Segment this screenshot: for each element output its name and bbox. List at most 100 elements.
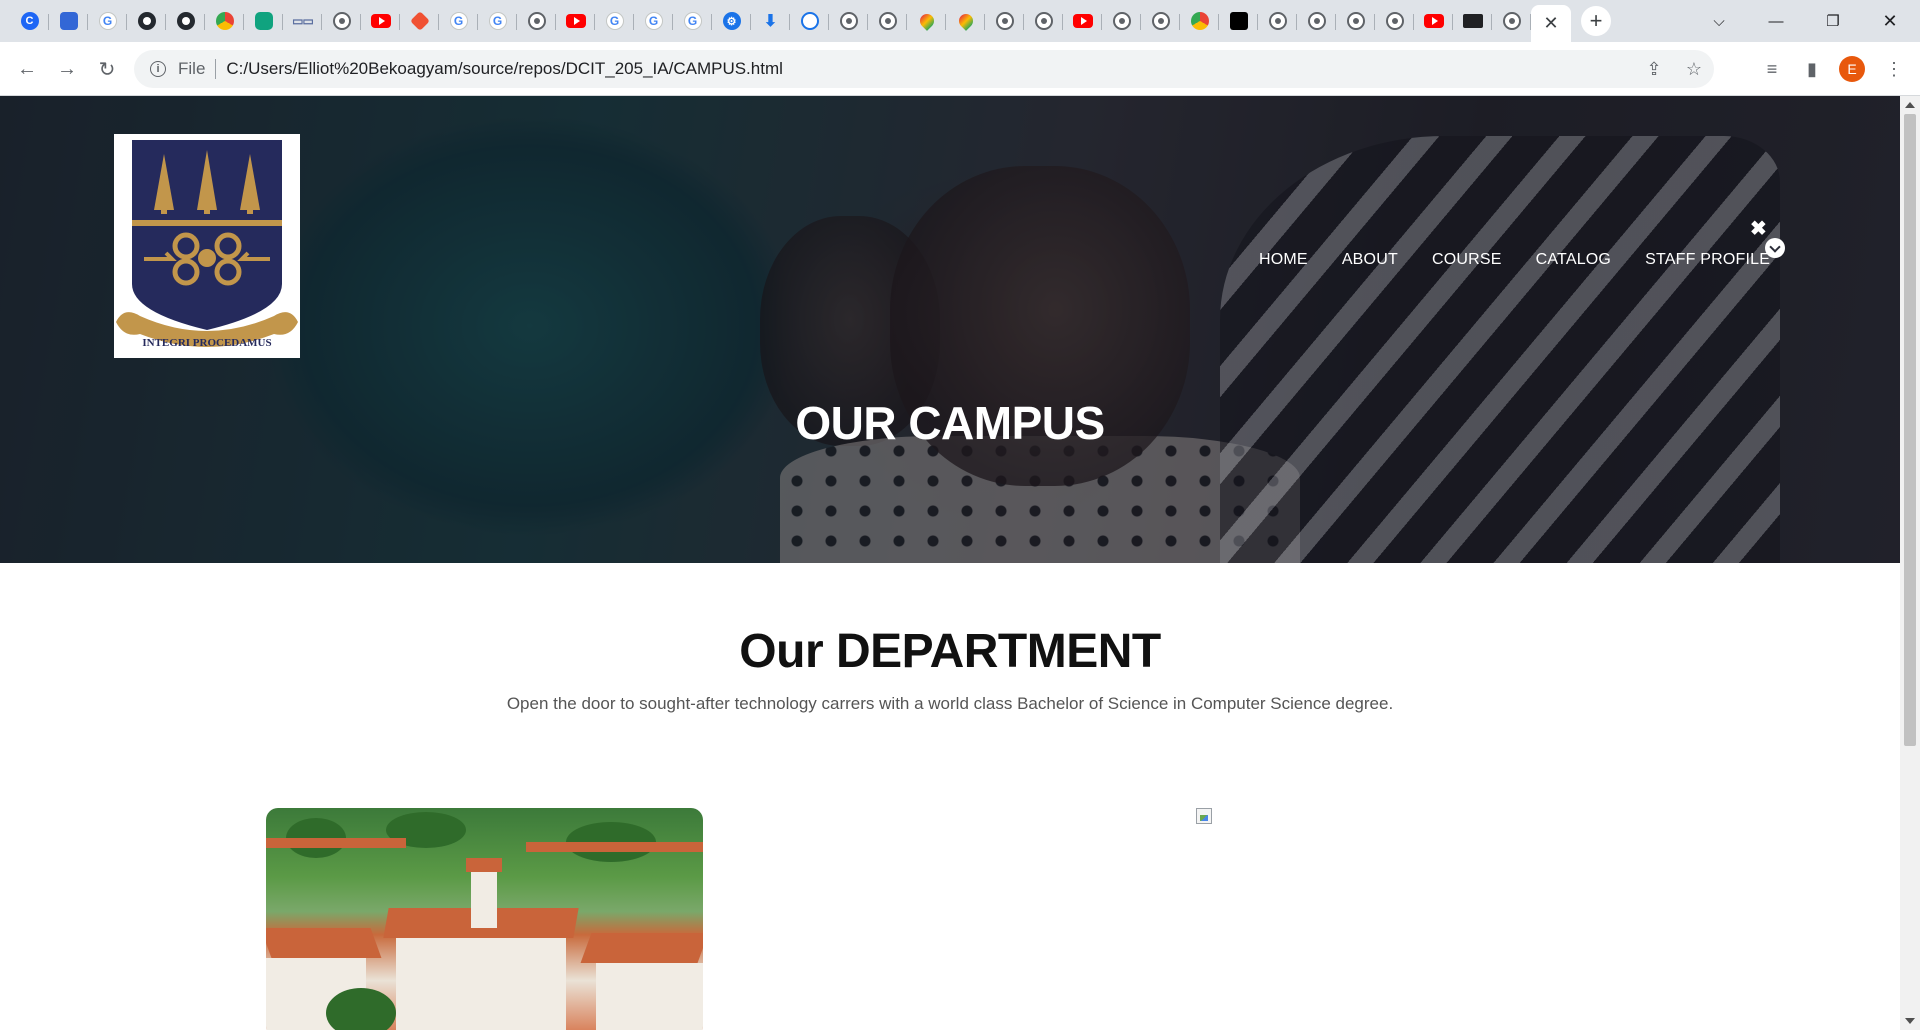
browser-tab[interactable] <box>1024 5 1063 37</box>
browser-tab[interactable] <box>1336 5 1375 37</box>
prn-favicon-icon <box>59 12 78 30</box>
browser-tab[interactable]: C <box>10 5 49 37</box>
browser-tab[interactable] <box>1375 5 1414 37</box>
profile-avatar[interactable]: E <box>1838 56 1866 82</box>
browser-tab[interactable] <box>244 5 283 37</box>
browser-tab[interactable] <box>517 5 556 37</box>
nav-home[interactable]: HOME <box>1259 251 1308 269</box>
browser-tab[interactable]: ⚙ <box>712 5 751 37</box>
scroll-down-arrow-icon[interactable] <box>1905 1018 1915 1024</box>
close-tab-icon[interactable]: ✕ <box>1543 13 1558 34</box>
browser-tab[interactable] <box>946 5 985 37</box>
g-favicon-icon: G <box>98 12 117 30</box>
chrome-favicon-icon <box>1190 12 1209 30</box>
gh-favicon-icon <box>176 12 195 30</box>
hero-banner: INTEGRI PROCEDAMUS HOME ABOUT COURSE CAT… <box>0 96 1900 563</box>
g-favicon-icon: G <box>644 12 663 30</box>
nav-staff-profile[interactable]: STAFF PROFILE <box>1645 251 1770 269</box>
browser-tab[interactable] <box>1492 5 1531 37</box>
browser-tab[interactable] <box>127 5 166 37</box>
g-favicon-icon: G <box>605 12 624 30</box>
globe-favicon-icon <box>839 12 858 30</box>
globe-favicon-icon <box>878 12 897 30</box>
browser-tab[interactable]: G <box>88 5 127 37</box>
globe-favicon-icon <box>1502 12 1521 30</box>
close-window-button[interactable]: ✕ <box>1865 0 1915 42</box>
scrollbar-thumb[interactable] <box>1904 114 1916 746</box>
minimize-button[interactable]: — <box>1751 0 1801 42</box>
url-text[interactable]: C:/Users/Elliot%20Bekoagyam/source/repos… <box>226 59 783 79</box>
globe-favicon-icon <box>995 12 1014 30</box>
hist-favicon-icon <box>800 12 819 30</box>
address-bar[interactable]: i File C:/Users/Elliot%20Bekoagyam/sourc… <box>134 50 1714 88</box>
browser-tab[interactable]: ⬇ <box>751 5 790 37</box>
browser-tab[interactable] <box>1453 5 1492 37</box>
chrome-favicon-icon <box>215 12 234 30</box>
scroll-up-arrow-icon[interactable] <box>1905 102 1915 108</box>
browser-tab[interactable]: G <box>439 5 478 37</box>
nav-catalog[interactable]: CATALOG <box>1536 251 1612 269</box>
restore-button[interactable]: ❐ <box>1808 0 1858 42</box>
hero-title: OUR CAMPUS <box>795 397 1105 449</box>
yt-favicon-icon <box>565 14 586 28</box>
browser-tab[interactable] <box>790 5 829 37</box>
reload-button[interactable]: ↻ <box>93 56 121 82</box>
browser-tab[interactable] <box>322 5 361 37</box>
browser-tab[interactable] <box>907 5 946 37</box>
department-title: Our DEPARTMENT <box>739 625 1161 678</box>
browser-tab[interactable] <box>400 5 439 37</box>
g-favicon-icon: G <box>488 12 507 30</box>
nav-course[interactable]: COURSE <box>1432 251 1502 269</box>
browser-tab[interactable]: G <box>673 5 712 37</box>
g-favicon-icon: G <box>683 12 702 30</box>
tab-search-icon[interactable]: ⌵ <box>1694 0 1744 42</box>
browser-tab[interactable] <box>205 5 244 37</box>
back-button[interactable]: ← <box>13 56 41 82</box>
forward-button[interactable]: → <box>53 56 81 82</box>
browser-tab[interactable] <box>868 5 907 37</box>
broken-image-icon <box>1196 808 1212 824</box>
browser-tab[interactable] <box>985 5 1024 37</box>
kebab-menu-icon[interactable]: ⋮ <box>1880 56 1908 82</box>
browser-tab[interactable] <box>166 5 205 37</box>
bookmark-star-icon[interactable]: ☆ <box>1674 59 1714 80</box>
browser-toolbar: ← → ↻ i File C:/Users/Elliot%20Bekoagyam… <box>0 42 1920 96</box>
new-tab-button[interactable]: + <box>1581 6 1611 36</box>
globe-favicon-icon <box>332 12 351 30</box>
page-viewport: INTEGRI PROCEDAMUS HOME ABOUT COURSE CAT… <box>0 96 1900 1030</box>
nav-about[interactable]: ABOUT <box>1342 251 1398 269</box>
globe-favicon-icon <box>1307 12 1326 30</box>
info-icon[interactable]: i <box>150 61 166 77</box>
reading-list-icon[interactable]: ≡ <box>1758 56 1786 82</box>
active-tab[interactable]: ✕ <box>1531 5 1571 42</box>
browser-tab[interactable] <box>361 5 400 37</box>
browser-tab[interactable] <box>1297 5 1336 37</box>
university-logo[interactable]: INTEGRI PROCEDAMUS <box>114 134 300 358</box>
page-scrollbar[interactable] <box>1900 96 1920 1030</box>
browser-tab[interactable] <box>1102 5 1141 37</box>
map-favicon-icon <box>955 11 976 31</box>
browser-tab[interactable] <box>1219 5 1258 37</box>
ovr-favicon-icon: C <box>20 12 39 30</box>
browser-tab[interactable] <box>49 5 88 37</box>
browser-tab[interactable]: ▭▭ <box>283 5 322 37</box>
g-favicon-icon: G <box>449 12 468 30</box>
browser-tab[interactable]: G <box>478 5 517 37</box>
close-menu-icon[interactable]: ✖ <box>1750 216 1767 241</box>
browser-tab[interactable] <box>1258 5 1297 37</box>
blk-favicon-icon <box>1229 12 1248 30</box>
globe-favicon-icon <box>527 12 546 30</box>
tab-list: C G ▭▭ G G G G G ⚙ ⬇ ✕ + <box>10 5 1611 42</box>
browser-tab[interactable] <box>829 5 868 37</box>
department-subtitle: Open the door to sought-after technology… <box>506 694 1394 713</box>
chevron-down-icon[interactable] <box>1765 238 1785 258</box>
side-panel-icon[interactable]: ▮ <box>1798 56 1826 82</box>
browser-tab[interactable] <box>1180 5 1219 37</box>
browser-tab[interactable] <box>1414 5 1453 37</box>
browser-tab[interactable] <box>556 5 595 37</box>
browser-tab[interactable] <box>1141 5 1180 37</box>
share-icon[interactable]: ⇪ <box>1634 59 1674 80</box>
browser-tab[interactable] <box>1063 5 1102 37</box>
browser-tab[interactable]: G <box>595 5 634 37</box>
browser-tab[interactable]: G <box>634 5 673 37</box>
